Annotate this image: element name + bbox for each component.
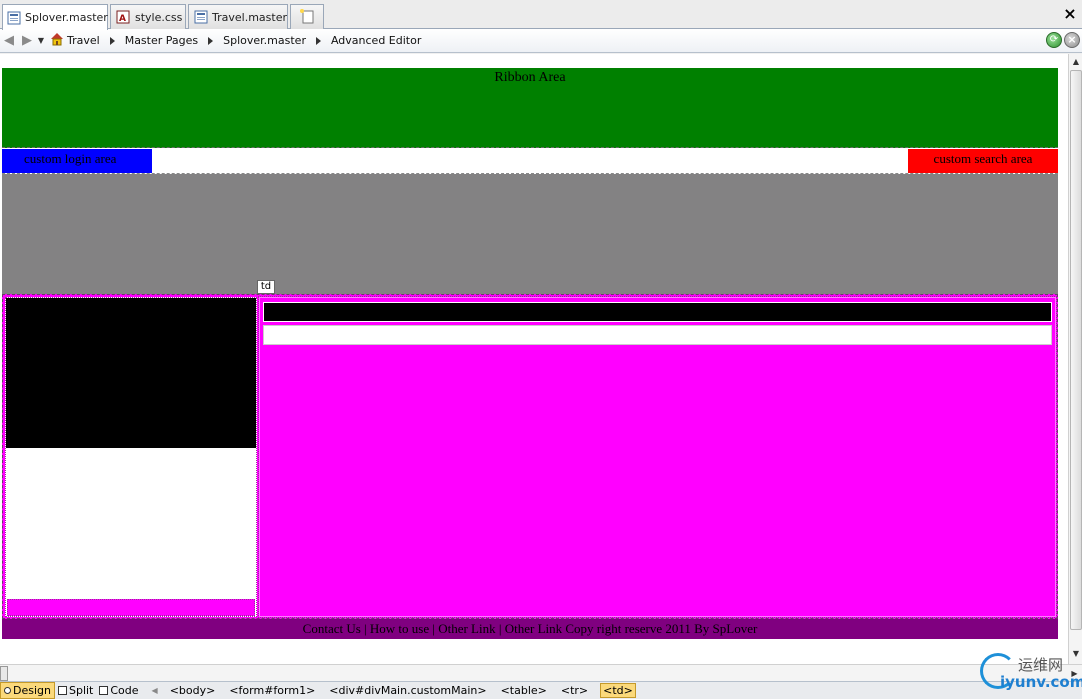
- breadcrumb-item-splover-master[interactable]: Splover.master: [223, 34, 306, 47]
- tag-path-body[interactable]: <body>: [168, 684, 218, 697]
- footer-links-text: Contact Us | How to use | Other Link | O…: [302, 621, 758, 636]
- content-cell-td[interactable]: [258, 296, 1057, 618]
- split-view-icon: [57, 686, 67, 695]
- breadcrumb-bar: ◀ ▶ ▼ Travel Master Pages Splover.master…: [0, 29, 1082, 53]
- tab-splover-master[interactable]: Splover.master: [2, 4, 108, 30]
- breadcrumb-item-master-pages[interactable]: Master Pages: [125, 34, 198, 47]
- stop-icon[interactable]: ×: [1064, 32, 1080, 48]
- master-page-icon: [7, 10, 21, 26]
- design-view-icon: [4, 687, 11, 694]
- breadcrumb-separator-icon[interactable]: [315, 36, 321, 45]
- tab-style-css[interactable]: A style.css: [110, 4, 186, 29]
- vertical-scroll-thumb[interactable]: [1070, 70, 1082, 630]
- master-page-icon: [193, 9, 208, 25]
- watermark-en-text: iyunv.com: [1000, 673, 1082, 691]
- left-column-cell[interactable]: [5, 297, 257, 617]
- view-status-bar: Design Split Code ◀ <body> <form#form1> …: [0, 681, 1082, 699]
- split-view-button[interactable]: Split: [55, 682, 96, 699]
- design-view-button[interactable]: Design: [0, 682, 55, 699]
- tab-label: Travel.master: [212, 10, 287, 24]
- left-middle-block[interactable]: [6, 448, 256, 598]
- code-view-icon: [99, 686, 109, 695]
- forward-arrow-icon[interactable]: ▶: [18, 32, 36, 50]
- banner-area[interactable]: [2, 174, 1058, 294]
- content-header-block[interactable]: [263, 302, 1052, 322]
- code-view-button[interactable]: Code: [96, 682, 141, 699]
- breadcrumb-separator-icon[interactable]: [208, 36, 214, 45]
- footer-area[interactable]: Contact Us | How to use | Other Link | O…: [2, 619, 1058, 639]
- vertical-scrollbar[interactable]: ▲ ▼: [1068, 54, 1082, 664]
- tag-path-form[interactable]: <form#form1>: [227, 684, 317, 697]
- content-subheader-block[interactable]: [263, 325, 1052, 345]
- tab-travel-master[interactable]: Travel.master: [188, 4, 288, 29]
- ribbon-area-label: Ribbon Area: [494, 70, 566, 85]
- document-tab-bar: Splover.master A style.css Travel.master…: [0, 0, 1082, 30]
- site-watermark: 运维网 iyunv.com: [978, 651, 1082, 699]
- svg-text:A: A: [119, 14, 126, 24]
- selected-tag-label: td: [257, 280, 275, 294]
- history-dropdown-icon[interactable]: ▼: [36, 32, 46, 50]
- tag-path-div[interactable]: <div#divMain.customMain>: [327, 684, 488, 697]
- custom-search-area[interactable]: custom search area: [908, 149, 1058, 173]
- ribbon-area[interactable]: Ribbon Area: [2, 68, 1058, 148]
- home-icon: [50, 32, 64, 49]
- design-canvas[interactable]: Ribbon Area custom login area custom sea…: [0, 54, 1068, 664]
- breadcrumb-separator-icon[interactable]: [109, 36, 115, 45]
- back-arrow-icon[interactable]: ◀: [0, 32, 18, 50]
- tag-path-left-arrow-icon[interactable]: ◀: [152, 686, 158, 695]
- tab-label: Splover.master: [25, 11, 108, 24]
- tag-path-tr[interactable]: <tr>: [559, 684, 590, 697]
- new-page-icon: [299, 8, 315, 27]
- breadcrumb-item-advanced-editor[interactable]: Advanced Editor: [331, 34, 421, 47]
- tag-path-table[interactable]: <table>: [499, 684, 549, 697]
- login-area-label: custom login area: [24, 151, 117, 166]
- scroll-up-icon[interactable]: ▲: [1070, 56, 1082, 68]
- close-document-button[interactable]: ×: [1062, 6, 1078, 22]
- tag-path-td[interactable]: <td>: [600, 683, 636, 698]
- watermark-cn-text: 运维网: [1018, 656, 1064, 674]
- tab-label: style.css: [135, 10, 183, 24]
- css-file-icon: A: [115, 9, 131, 25]
- horizontal-scrollbar[interactable]: ▶: [0, 664, 1082, 681]
- scroll-left-icon[interactable]: [0, 666, 8, 681]
- search-area-label: custom search area: [933, 151, 1033, 166]
- breadcrumb-item-travel[interactable]: Travel: [50, 32, 100, 49]
- new-tab-button[interactable]: [290, 4, 324, 29]
- refresh-icon[interactable]: ⟳: [1046, 32, 1062, 48]
- custom-login-area[interactable]: custom login area: [2, 149, 152, 173]
- left-bottom-block[interactable]: [7, 599, 255, 616]
- left-top-block[interactable]: [6, 298, 256, 448]
- main-layout-table[interactable]: [2, 294, 1058, 619]
